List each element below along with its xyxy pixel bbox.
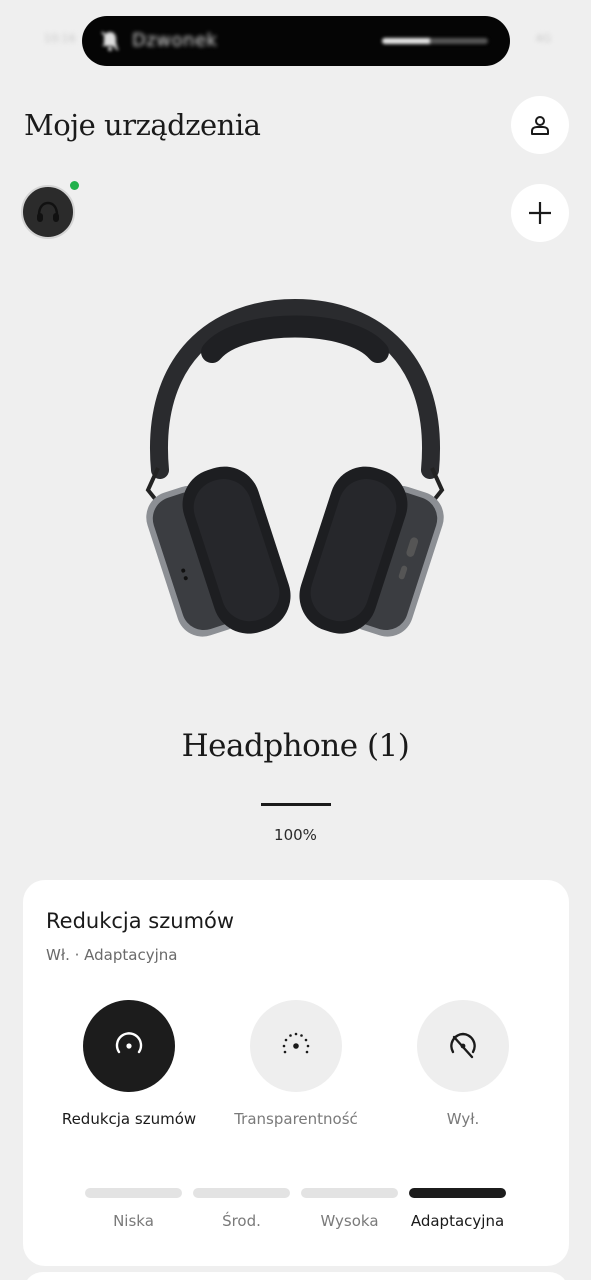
mode-noise-cancelling[interactable]: Redukcja szumów xyxy=(44,1000,214,1128)
level-label: Adaptacyjna xyxy=(410,1212,505,1230)
status-time: 10:16 xyxy=(44,32,76,45)
level-adaptive[interactable]: Adaptacyjna xyxy=(409,1188,506,1230)
next-settings-card[interactable] xyxy=(23,1272,569,1280)
transparency-icon xyxy=(282,1032,310,1054)
add-device-button[interactable] xyxy=(511,184,569,242)
mode-label: Wył. xyxy=(446,1110,480,1128)
level-low[interactable]: Niska xyxy=(85,1188,182,1230)
plus-icon xyxy=(529,202,551,224)
status-network: 4G xyxy=(535,32,551,45)
headphones-icon xyxy=(37,201,59,222)
card-subtitle: Wł. · Adaptacyjna xyxy=(46,946,178,964)
level-label: Środ. xyxy=(222,1212,261,1230)
devices-screen: 10:16 Dzwonek 4G Moje urządzenia Headpho… xyxy=(0,0,591,1280)
page-title: Moje urządzenia xyxy=(24,108,261,142)
card-title: Redukcja szumów xyxy=(46,909,235,933)
device-thumbnail[interactable] xyxy=(21,185,75,239)
battery-fill xyxy=(261,803,331,806)
island-volume-fill xyxy=(382,38,430,44)
off-icon xyxy=(450,1032,476,1059)
island-label: Dzwonek xyxy=(132,30,218,51)
level-label: Niska xyxy=(113,1212,154,1230)
headphones-image[interactable] xyxy=(120,290,470,660)
level-high[interactable]: Wysoka xyxy=(301,1188,398,1230)
mode-label: Redukcja szumów xyxy=(61,1110,197,1128)
device-name: Headphone (1) xyxy=(181,728,410,764)
level-bar[interactable] xyxy=(409,1188,506,1198)
connected-status-dot xyxy=(70,181,79,190)
dynamic-island[interactable]: Dzwonek xyxy=(82,16,510,66)
battery-percentage: 100% xyxy=(274,826,317,844)
mode-transparency[interactable]: Transparentność xyxy=(211,1000,381,1128)
battery-bar xyxy=(261,803,331,806)
mode-button-circle[interactable] xyxy=(417,1000,509,1092)
mode-button-circle[interactable] xyxy=(83,1000,175,1092)
island-volume-bar xyxy=(382,38,488,44)
level-bar[interactable] xyxy=(301,1188,398,1198)
level-bar[interactable] xyxy=(85,1188,182,1198)
noise-control-card: Redukcja szumów Wł. · Adaptacyjna Redukc… xyxy=(23,880,569,1266)
mode-label: Transparentność xyxy=(234,1110,358,1128)
anc-level-selector: Niska Środ. Wysoka Adaptacyjna xyxy=(85,1188,507,1248)
noise-cancelling-icon xyxy=(115,1032,143,1054)
level-medium[interactable]: Środ. xyxy=(193,1188,290,1230)
status-bar: 10:16 Dzwonek 4G xyxy=(0,0,591,80)
mode-off[interactable]: Wył. xyxy=(378,1000,548,1128)
bell-mute-icon xyxy=(101,31,119,51)
level-label: Wysoka xyxy=(320,1212,379,1230)
level-bar[interactable] xyxy=(193,1188,290,1198)
user-icon xyxy=(531,116,549,135)
profile-button[interactable] xyxy=(511,96,569,154)
mode-button-circle[interactable] xyxy=(250,1000,342,1092)
